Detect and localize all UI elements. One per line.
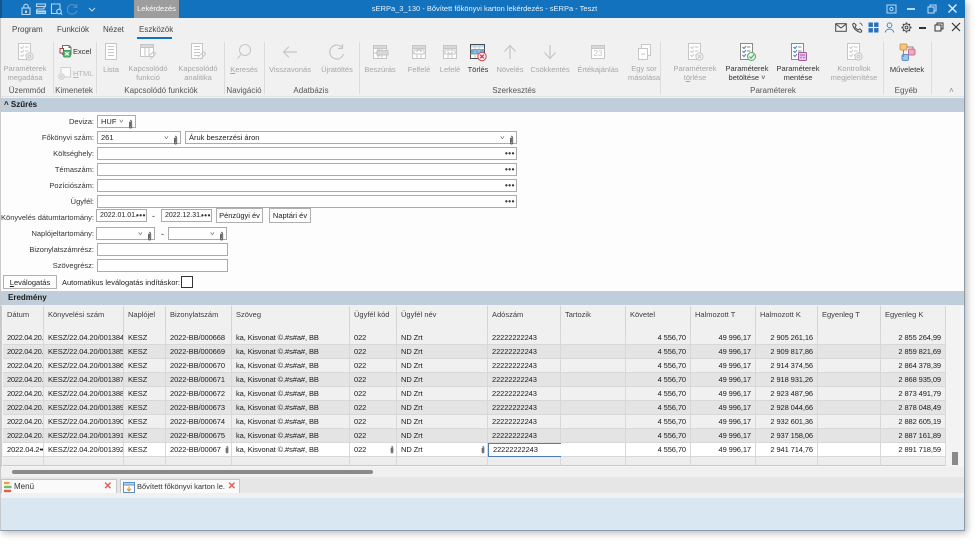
svg-text:23: 23 <box>594 49 603 58</box>
